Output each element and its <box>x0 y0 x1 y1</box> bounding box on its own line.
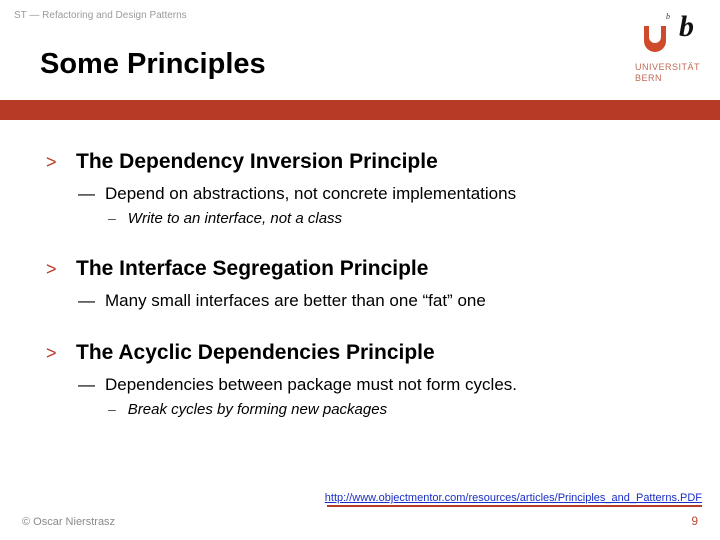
bullet-l1-icon: > <box>46 152 60 173</box>
principle-sub: Dependencies between package must not fo… <box>105 375 517 395</box>
logo-text-line1: UNIVERSITÄT <box>635 62 700 72</box>
university-logo: b b UNIVERSITÄT BERN <box>604 6 700 96</box>
principle-sub: Depend on abstractions, not concrete imp… <box>105 184 516 204</box>
principle-sub: Many small interfaces are better than on… <box>105 291 486 311</box>
logo-superscript: b <box>666 12 670 21</box>
slide: ST — Refactoring and Design Patterns Som… <box>0 0 720 540</box>
principle-block: > The Acyclic Dependencies Principle — D… <box>46 341 690 418</box>
bullet-l2-icon: — <box>78 291 95 311</box>
principle-note: Write to an interface, not a class <box>128 210 342 227</box>
principle-title: The Interface Segregation Principle <box>76 257 428 281</box>
reference-link[interactable]: http://www.objectmentor.com/resources/ar… <box>325 492 702 504</box>
bullet-l1-icon: > <box>46 259 60 280</box>
bullet-l2-icon: — <box>78 375 95 395</box>
footer-page-number: 9 <box>691 514 698 528</box>
divider-bar <box>0 100 720 120</box>
reference-link-row: http://www.objectmentor.com/resources/ar… <box>325 492 702 504</box>
logo-b-icon: b <box>679 10 694 44</box>
bullet-l2-icon: — <box>78 184 95 204</box>
footer-copyright: © Oscar Nierstrasz <box>22 516 115 528</box>
principle-note: Break cycles by forming new packages <box>128 401 387 418</box>
content-area: > The Dependency Inversion Principle — D… <box>46 150 690 448</box>
page-title: Some Principles <box>40 48 266 81</box>
bullet-l1-icon: > <box>46 343 60 364</box>
principle-block: > The Interface Segregation Principle — … <box>46 257 690 311</box>
principle-block: > The Dependency Inversion Principle — D… <box>46 150 690 227</box>
logo-text: UNIVERSITÄT BERN <box>635 62 700 84</box>
logo-u-icon <box>644 26 666 52</box>
bullet-l3-icon: – <box>108 210 116 226</box>
link-underline <box>327 505 702 507</box>
bullet-l3-icon: – <box>108 401 116 417</box>
principle-title: The Acyclic Dependencies Principle <box>76 341 435 365</box>
principle-title: The Dependency Inversion Principle <box>76 150 438 174</box>
breadcrumb: ST — Refactoring and Design Patterns <box>14 10 187 21</box>
logo-text-line2: BERN <box>635 73 662 83</box>
